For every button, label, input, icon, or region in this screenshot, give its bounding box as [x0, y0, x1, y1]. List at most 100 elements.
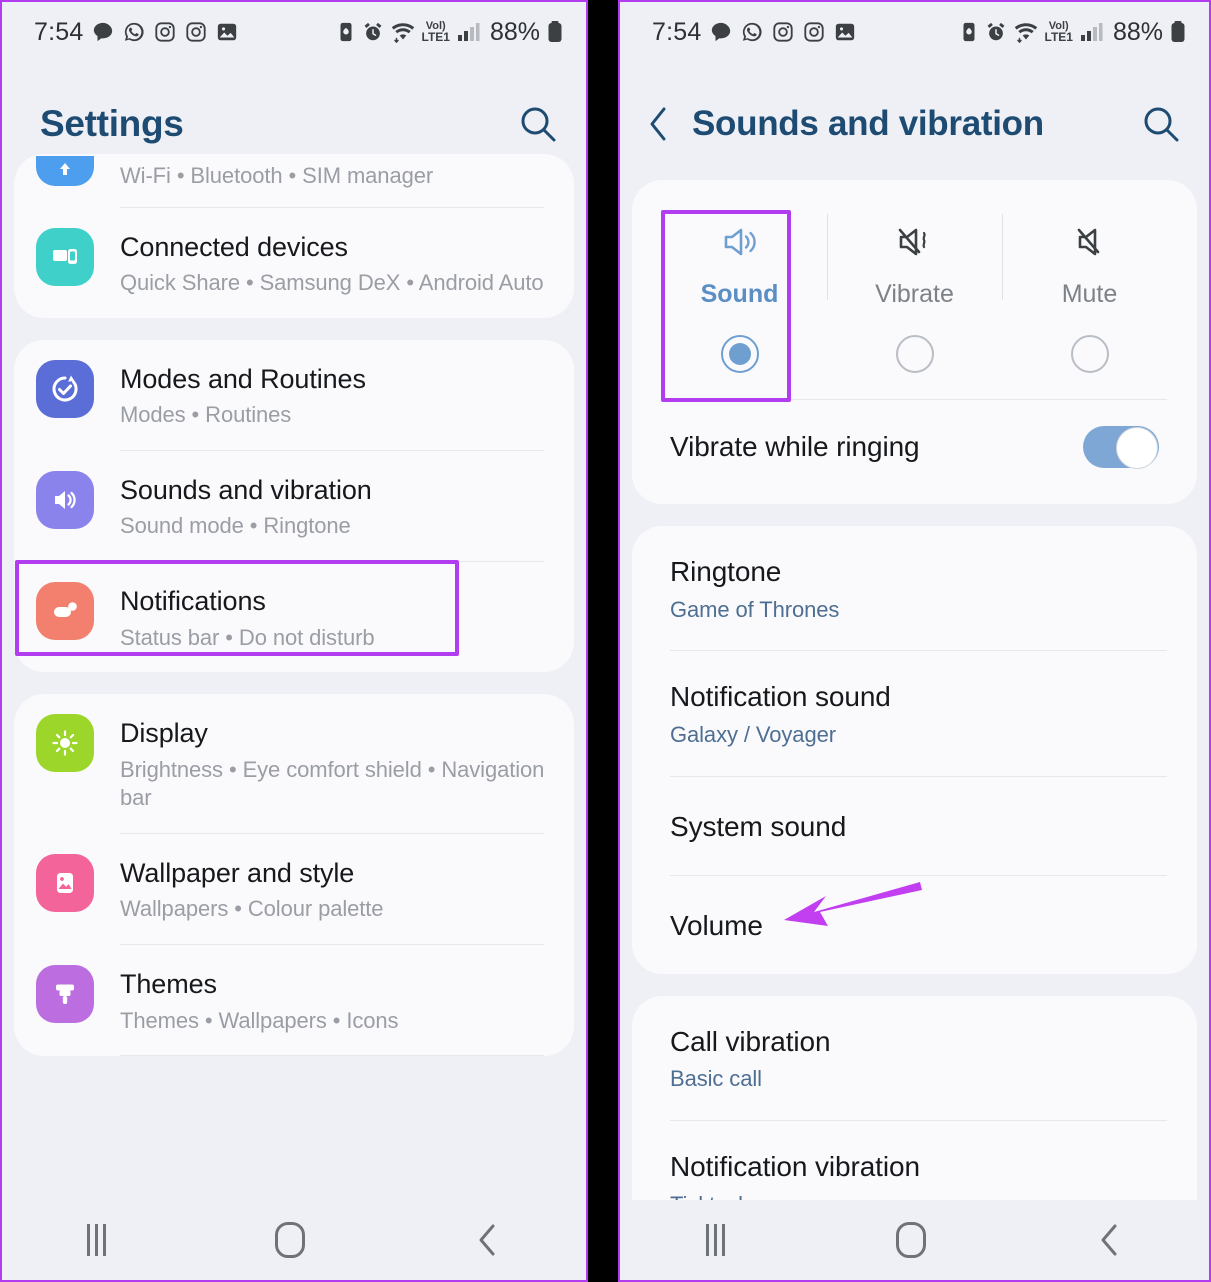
list-item-notification-sound[interactable]: Notification sound Galaxy / Voyager: [632, 651, 1197, 775]
recents-icon[interactable]: [705, 1224, 725, 1256]
list-item[interactable]: Connected devices Quick Share • Samsung …: [14, 208, 574, 318]
volte-icon: Vol) LTE1: [421, 20, 450, 44]
signal-icon: [456, 21, 480, 43]
back-icon[interactable]: [475, 1223, 501, 1257]
list-item[interactable]: Wi-Fi • Bluetooth • SIM manager: [14, 154, 574, 207]
page-title: Settings: [40, 103, 184, 144]
list-item-subtitle: Wi-Fi • Bluetooth • SIM manager: [120, 163, 434, 188]
battery-icon: [546, 20, 564, 44]
whatsapp-icon: [741, 21, 763, 43]
list-item-title: Ringtone: [670, 556, 782, 587]
divider: [120, 1055, 544, 1057]
connections-icon: [36, 156, 94, 186]
status-bar-left: 7:54 Vol) LTE1 88%: [2, 2, 586, 62]
sound-mode-radio[interactable]: [895, 335, 934, 373]
message-bubble-icon: [92, 21, 114, 43]
list-item[interactable]: Themes Themes • Wallpapers • Icons: [14, 945, 574, 1055]
sounds-list[interactable]: Sound Vibrate Mute Vibrate while ringing…: [620, 180, 1209, 1246]
sound-mode-option-mute[interactable]: Mute: [1002, 202, 1177, 377]
nav-bar-left: [2, 1200, 586, 1280]
list-item-subtitle: Game of Thrones: [670, 596, 840, 622]
recents-icon[interactable]: [86, 1224, 106, 1256]
sidebar-item-sounds-and-vibration[interactable]: Sounds and vibration Sound mode • Ringto…: [14, 451, 574, 561]
instagram-icon: [185, 21, 207, 43]
connected-devices-icon: [36, 227, 94, 286]
list-item-subtitle: Brightness • Eye comfort shield • Naviga…: [120, 756, 545, 811]
list-item-title: Modes and Routines: [120, 363, 366, 394]
whatsapp-icon: [123, 21, 145, 43]
battery-percent: 88%: [1112, 17, 1163, 46]
sound-mode-radio[interactable]: [720, 335, 759, 373]
battery-saver-icon: [336, 21, 356, 43]
volte-icon: Vol) LTE1: [1044, 20, 1073, 44]
list-item-subtitle: Basic call: [670, 1066, 762, 1092]
list-item-volume[interactable]: Volume: [632, 876, 1197, 974]
list-item-title: Notification vibration: [670, 1150, 920, 1182]
speaker-on-icon: [717, 216, 763, 268]
status-time: 7:54: [652, 17, 702, 46]
home-icon[interactable]: [275, 1222, 306, 1258]
list-item-title: Wallpaper and style: [120, 857, 355, 888]
wifi-icon: [390, 21, 416, 43]
sound-mode-option-vibrate[interactable]: Vibrate: [827, 202, 1002, 377]
list-item-ringtone[interactable]: Ringtone Game of Thrones: [632, 526, 1197, 650]
sound-mode-card: Sound Vibrate Mute Vibrate while ringing: [632, 180, 1197, 504]
status-time: 7:54: [34, 17, 84, 46]
sound-settings-card: Ringtone Game of Thrones Notification so…: [632, 526, 1197, 974]
list-item[interactable]: Modes and Routines Modes • Routines: [14, 340, 574, 450]
list-item-subtitle: Status bar • Do not disturb: [120, 624, 375, 650]
gallery-icon: [834, 21, 856, 43]
home-icon[interactable]: [895, 1222, 926, 1258]
message-bubble-icon: [710, 21, 732, 43]
list-item-subtitle: Modes • Routines: [120, 402, 292, 428]
screenshot-stage: 7:54 Vol) LTE1 88% Settings Wi-Fi • Blue…: [0, 0, 1211, 1282]
instagram-icon: [803, 21, 825, 43]
sound-mode-radio[interactable]: [1070, 335, 1109, 373]
battery-saver-icon: [959, 21, 979, 43]
sound-mode-label: Sound: [700, 280, 779, 308]
list-item-subtitle: Themes • Wallpapers • Icons: [120, 1007, 399, 1033]
search-icon[interactable]: [1139, 102, 1183, 146]
back-chevron-icon[interactable]: [642, 104, 674, 144]
gallery-icon: [216, 21, 238, 43]
settings-group-personalization: Modes and Routines Modes • Routines Soun…: [14, 339, 574, 673]
vibrate-while-ringing-row[interactable]: Vibrate while ringing: [652, 400, 1177, 478]
sound-mode-label: Vibrate: [875, 280, 954, 308]
notifications-icon: [36, 582, 94, 641]
settings-group-connections: Wi-Fi • Bluetooth • SIM manager Connecte…: [14, 154, 574, 318]
signal-icon: [1079, 21, 1103, 43]
list-item-title: Notification sound: [670, 681, 891, 713]
vibrate-while-ringing-toggle[interactable]: [1083, 426, 1159, 469]
speaker-vibrate-icon: [892, 216, 938, 268]
list-item-title: Display: [120, 718, 208, 749]
list-item-subtitle: Wallpapers • Colour palette: [120, 896, 384, 922]
page-title: Sounds and vibration: [692, 104, 1044, 143]
sound-mode-label: Mute: [1061, 280, 1118, 308]
list-item[interactable]: Wallpaper and style Wallpapers • Colour …: [14, 834, 574, 944]
list-item-title: Themes: [120, 969, 217, 1000]
wifi-icon: [1013, 21, 1039, 43]
list-item[interactable]: Notifications Status bar • Do not distur…: [14, 562, 574, 672]
search-icon[interactable]: [516, 102, 560, 146]
themes-icon: [36, 965, 94, 1024]
list-item-system-sound[interactable]: System sound: [632, 777, 1197, 875]
list-item-title: Call vibration: [670, 1025, 831, 1057]
sounds-and-vibration-phone-panel: 7:54 Vol) LTE1 88% Sounds and vibration …: [618, 0, 1211, 1282]
sounds-header: Sounds and vibration: [620, 62, 1209, 180]
speaker-mute-icon: [1067, 216, 1113, 268]
instagram-icon: [772, 21, 794, 43]
sound-mode-selector: Sound Vibrate Mute: [652, 202, 1177, 377]
list-item[interactable]: Display Brightness • Eye comfort shield …: [14, 694, 574, 833]
list-item-call-vibration[interactable]: Call vibration Basic call: [632, 996, 1197, 1120]
list-item-subtitle: Quick Share • Samsung DeX • Android Auto: [120, 270, 544, 296]
alarm-icon: [362, 21, 384, 43]
settings-list[interactable]: Wi-Fi • Bluetooth • SIM manager Connecte…: [2, 154, 586, 1178]
modes-routines-icon: [36, 359, 94, 418]
nav-bar-right: [620, 1200, 1209, 1280]
list-item-title: Volume: [670, 909, 763, 941]
alarm-icon: [985, 21, 1007, 43]
back-icon[interactable]: [1097, 1223, 1123, 1257]
vibrate-while-ringing-label: Vibrate while ringing: [670, 431, 920, 463]
list-item-subtitle: Sound mode • Ringtone: [120, 513, 351, 539]
sound-mode-option-sound[interactable]: Sound: [652, 202, 827, 377]
